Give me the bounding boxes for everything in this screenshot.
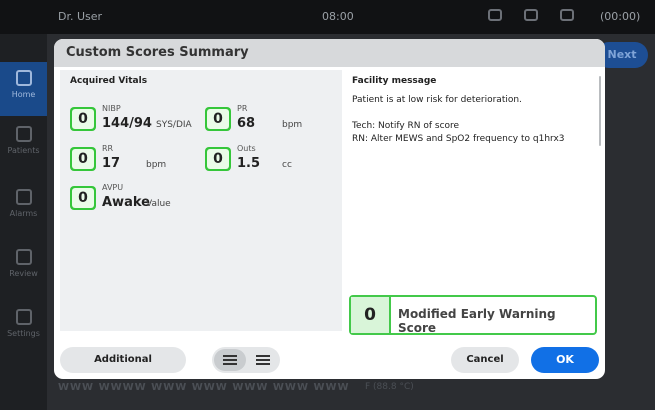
patients-icon [15,126,32,142]
mews-score-card: 0 Modified Early Warning Score [349,295,597,335]
outs-unit: cc [282,160,292,170]
facility-message-line: Patient is at low risk for deterioration… [352,95,522,105]
sidebar-item-label: Home [11,90,36,99]
home-icon [15,70,32,86]
sidebar-item-alarms[interactable]: Alarms [0,189,47,218]
pr-label: PR [237,104,248,113]
mews-score: 0 [351,297,391,333]
ok-button[interactable]: OK [531,347,599,373]
facility-message-line: RN: Alter MEWS and SpO2 frequency to q1h… [352,134,565,144]
dialog-title: Custom Scores Summary [66,45,249,60]
sidebar-item-review[interactable]: Review [0,249,47,278]
rr-score: 0 [70,147,96,171]
pr-value: 68 [237,116,256,131]
sidebar-item-patients[interactable]: Patients [0,126,47,155]
wifi-icon [524,9,538,21]
clock-time: 08:00 [322,10,354,23]
outs-label: Outs [237,144,256,153]
sidebar-item-label: Patients [7,146,40,155]
sidebar: Home Patients Alarms Review Settings [0,34,47,410]
network-icon [560,9,574,21]
outs-score: 0 [205,147,231,171]
rr-unit: bpm [146,160,167,170]
pr-score: 0 [205,107,231,131]
facility-message-line: Tech: Notify RN of score [352,121,460,131]
custom-scores-dialog: Custom Scores Summary Acquired Vitals 0 … [54,39,605,379]
bell-icon [488,9,502,21]
sidebar-item-settings[interactable]: Settings [0,309,47,338]
facility-message-title: Facility message [352,76,437,86]
nibp-value: 144/94 [102,116,152,131]
avpu-value: Awake [102,195,150,210]
sidebar-item-home[interactable]: Home [0,62,47,116]
avpu-unit: Value [146,199,171,209]
cancel-button[interactable]: Cancel [451,347,519,373]
compact-list-icon [223,355,237,365]
outs-value: 1.5 [237,156,261,171]
avpu-label: AVPU [102,183,124,192]
additional-parameters-button[interactable]: Additional Parameters [60,347,186,373]
gear-icon [15,309,32,325]
dialog-footer: Additional Parameters Cancel OK [54,341,605,379]
grid-view-toggle[interactable] [214,349,246,371]
mews-label: Modified Early Warning Score [398,307,556,335]
avpu-score: 0 [70,186,96,210]
view-toggle [212,347,280,373]
pr-unit: bpm [282,120,303,130]
detailed-list-icon[interactable] [256,355,270,365]
battery-clock: (00:00) [600,10,641,23]
alarm-icon [15,189,32,205]
user-name: Dr. User [58,10,103,23]
nibp-label: NIBP [102,104,121,113]
sidebar-item-label: Settings [7,329,40,338]
dialog-header: Custom Scores Summary [54,39,605,67]
sidebar-item-label: Alarms [9,209,38,218]
review-icon [15,249,32,265]
rr-label: RR [102,144,114,153]
facility-message-panel [345,70,599,331]
nibp-score: 0 [70,107,96,131]
background-value: F (88.8 °C) [365,382,414,392]
system-icons [488,9,574,21]
scrollbar[interactable] [599,76,601,146]
sidebar-item-label: Review [9,269,38,278]
status-bar: Dr. User 08:00 (00:00) [0,0,655,34]
nibp-unit: SYS/DIA [156,120,192,130]
acquired-vitals-title: Acquired Vitals [70,76,148,86]
rr-value: 17 [102,156,121,171]
background-text: WWW WWWW WWW WWW WWW WWW WWW [58,382,350,393]
